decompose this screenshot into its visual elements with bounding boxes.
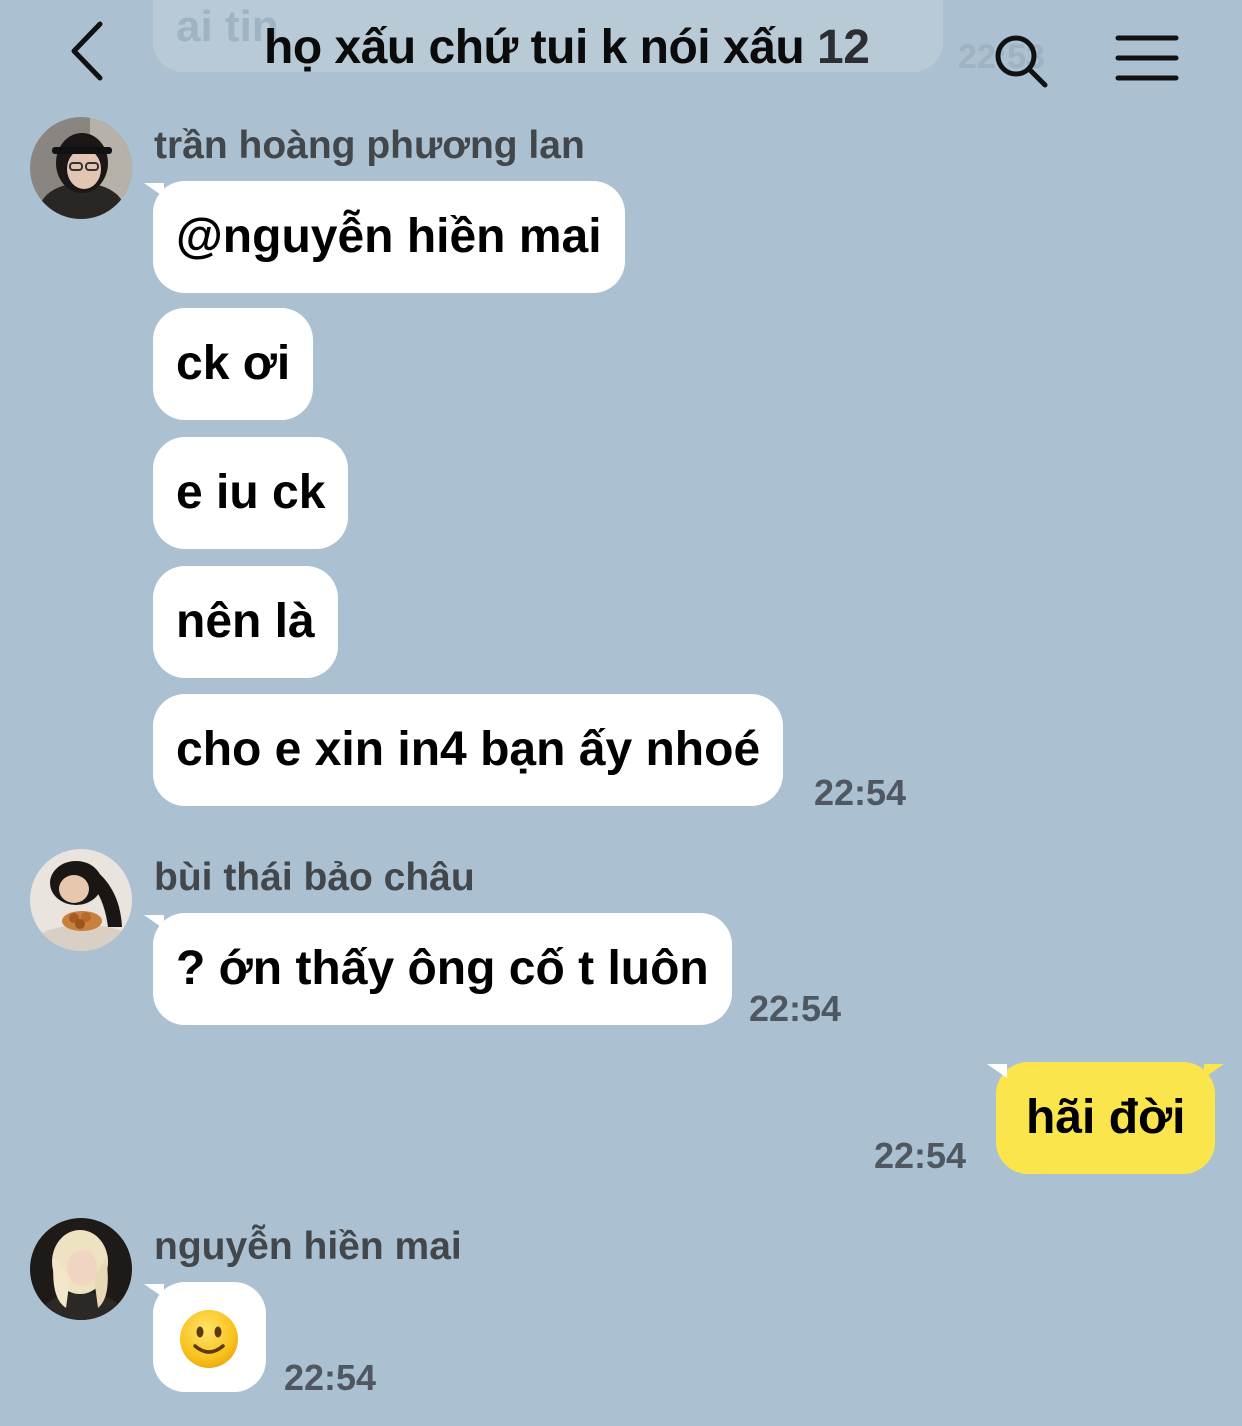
avatar[interactable] xyxy=(30,117,132,219)
message-timestamp: 22:54 xyxy=(874,1135,967,1176)
message-bubble[interactable]: ck ơi xyxy=(153,308,314,420)
member-count: 12 xyxy=(817,21,870,74)
avatar-photo xyxy=(30,1218,132,1320)
avatar-photo xyxy=(30,849,132,951)
message-bubble[interactable]: e iu ck xyxy=(153,437,349,549)
emoji-message-bubble[interactable]: 🙂 xyxy=(144,1282,266,1392)
avatar[interactable] xyxy=(30,1218,132,1320)
message-bubble[interactable]: cho e xin in4 bạn ấy nhoé xyxy=(153,694,784,806)
message-bubble[interactable]: nên là xyxy=(153,566,338,678)
avatar-photo xyxy=(30,117,132,219)
search-button[interactable] xyxy=(990,30,1054,94)
my-message-bubble[interactable]: hãi đời xyxy=(986,1062,1225,1174)
sender-name: bùi thái bảo châu xyxy=(154,856,475,899)
message-timestamp: 22:54 xyxy=(284,1357,377,1398)
message-bubble[interactable]: ? ớn thấy ông cố t luôn xyxy=(144,913,732,1025)
chevron-left-icon xyxy=(71,21,103,81)
sender-name: nguyễn hiền mai xyxy=(154,1225,462,1268)
menu-button[interactable] xyxy=(1112,30,1182,86)
chat-header: họ xấu chứ tui k nói xấu 12 xyxy=(0,0,1242,100)
message-bubble[interactable]: @nguyễn hiền mai xyxy=(144,181,625,293)
back-button[interactable] xyxy=(62,16,118,86)
sender-name: trần hoàng phương lan xyxy=(154,124,585,167)
chat-title: họ xấu chứ tui k nói xấu 12 xyxy=(264,20,870,75)
hamburger-menu-icon xyxy=(1115,35,1179,81)
search-icon xyxy=(995,35,1048,88)
slightly-smiling-face-icon xyxy=(180,1310,238,1368)
message-timestamp: 22:54 xyxy=(749,988,842,1029)
message-timestamp: 22:54 xyxy=(814,772,907,813)
chat-name: họ xấu chứ tui k nói xấu xyxy=(264,21,805,74)
avatar[interactable] xyxy=(30,849,132,951)
